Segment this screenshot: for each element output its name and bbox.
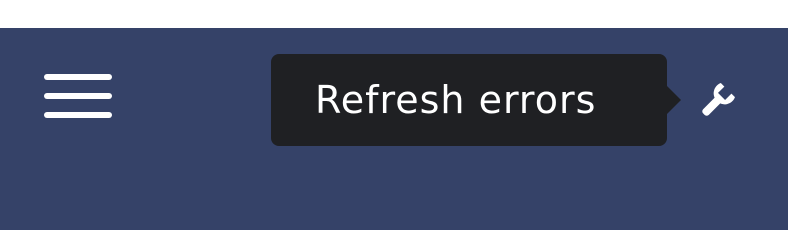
settings-button[interactable] bbox=[688, 74, 748, 126]
bottom-strip bbox=[0, 230, 788, 250]
top-strip bbox=[0, 0, 788, 28]
wrench-icon bbox=[702, 83, 735, 116]
tooltip: Refresh errors bbox=[271, 54, 681, 146]
menu-button[interactable] bbox=[40, 70, 116, 122]
tooltip-text: Refresh errors bbox=[315, 78, 597, 122]
tooltip-arrow bbox=[667, 86, 681, 114]
